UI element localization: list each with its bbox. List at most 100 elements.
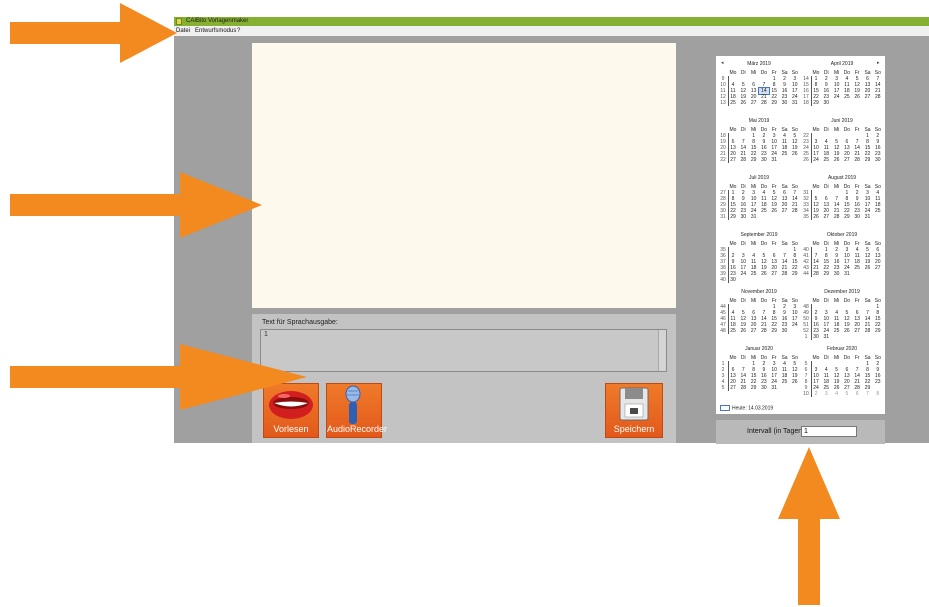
audio-recorder-button[interactable]: AudioRecorder [326,383,387,438]
calendar-day[interactable]: 28 [759,328,769,334]
calendar-day[interactable]: 28 [811,271,821,277]
calendar-day[interactable]: 8 [873,391,883,397]
calendar-day[interactable]: 31 [790,100,800,106]
calendar-day[interactable]: 24 [832,94,842,100]
calendar-day[interactable]: 27 [821,214,831,220]
calendar-day[interactable]: 26 [842,328,852,334]
calendar-day[interactable]: 28 [852,157,862,163]
calendar-day[interactable]: 28 [738,157,748,163]
calendar-day[interactable]: 26 [738,100,748,106]
calendar-day[interactable]: 3 [821,391,831,397]
calendar-day[interactable]: 27 [769,271,779,277]
calendar-day[interactable]: 25 [728,328,738,334]
calendar-day[interactable]: 26 [759,271,769,277]
calendar-day[interactable]: 28 [790,208,800,214]
calendar-day[interactable]: 27 [749,328,759,334]
calendar-day[interactable]: 29 [769,100,779,106]
calendar-day[interactable]: 25 [832,328,842,334]
calendar-day[interactable]: 27 [749,100,759,106]
design-canvas[interactable] [252,43,676,308]
calendar-day[interactable]: 24 [811,157,821,163]
calendar-day[interactable]: 31 [769,385,779,391]
calendar-day[interactable]: 27 [863,94,873,100]
calendar-day[interactable]: 30 [780,328,790,334]
calendar-day[interactable]: 28 [759,100,769,106]
calendar-day[interactable]: 25 [749,271,759,277]
calendar-day[interactable]: 29 [728,214,738,220]
calendar-day[interactable]: 31 [842,271,852,277]
calendar-day[interactable]: 30 [852,214,862,220]
calendar-day[interactable]: 4 [832,391,842,397]
calendar-day[interactable]: 25 [821,157,831,163]
calendar-day[interactable]: 26 [811,214,821,220]
calendar-day[interactable]: 26 [738,328,748,334]
calendar-day[interactable]: 29 [842,214,852,220]
calendar-day[interactable]: 26 [852,94,862,100]
calendar-day[interactable]: 31 [821,334,831,340]
calendar-day[interactable]: 27 [852,328,862,334]
calendar-day[interactable]: 30 [811,334,821,340]
calendar-day[interactable]: 30 [780,100,790,106]
calendar-day[interactable]: 28 [873,94,883,100]
calendar-day[interactable]: 31 [769,157,779,163]
tts-textarea[interactable]: 1 [260,329,667,372]
calendar-day[interactable]: 25 [728,100,738,106]
calendar-day[interactable]: 25 [780,379,790,385]
tts-scrollbar[interactable] [658,330,666,371]
calendar-day[interactable]: 26 [863,265,873,271]
calendar-day[interactable]: 27 [873,265,883,271]
calendar-day[interactable]: 31 [863,214,873,220]
calendar-day[interactable]: 26 [832,157,842,163]
calendar-day[interactable]: 29 [811,100,821,106]
calendar-day[interactable]: 2 [811,391,821,397]
calendar-day[interactable]: 30 [738,214,748,220]
calendar-day[interactable]: 29 [769,328,779,334]
calendar-day[interactable]: 25 [759,208,769,214]
calendar-day[interactable]: 28 [780,271,790,277]
calendar-day[interactable]: 29 [749,385,759,391]
menu-help[interactable]: ? [237,26,240,36]
calendar-day[interactable]: 29 [790,271,800,277]
today-indicator[interactable]: Heute: 14.03.2019 [720,405,773,411]
calendar-day[interactable]: 26 [790,151,800,157]
calendar-day[interactable]: 25 [873,208,883,214]
calendar-day[interactable]: 7 [863,391,873,397]
calendar-day[interactable]: 25 [842,94,852,100]
calendar-day[interactable]: 30 [759,157,769,163]
calendar-day[interactable]: 6 [852,391,862,397]
menu-entwurfsmodus[interactable]: Entwurfsmodus [195,26,236,36]
calendar-day[interactable]: 30 [821,100,831,106]
calendar-day[interactable]: 23 [873,379,883,385]
calendar-day[interactable]: 30 [759,385,769,391]
calendar-panel[interactable]: ◂ ▸ März 2019 Mo Di Mi Do Fr Sa So 9 1 2 3 10 4 5 6 7 8 9 1… [716,56,885,414]
calendar-day[interactable]: 28 [863,328,873,334]
calendar-day[interactable]: 27 [728,157,738,163]
weekday-header: Mo [812,127,820,133]
calendar-day[interactable]: 25 [852,265,862,271]
calendar-day[interactable]: 29 [749,157,759,163]
calendar-day[interactable]: 26 [769,208,779,214]
calendar-day[interactable]: 28 [738,385,748,391]
weekday-header: Mo [812,241,820,247]
calendar-day[interactable]: 30 [873,157,883,163]
calendar-day[interactable]: 26 [790,379,800,385]
calendar-day[interactable]: 29 [821,271,831,277]
weekday-header: Sa [864,298,871,304]
calendar-day[interactable]: 5 [842,391,852,397]
calendar-day[interactable]: 27 [728,385,738,391]
calendar-day[interactable]: 27 [780,208,790,214]
calendar-day[interactable]: 25 [780,151,790,157]
calendar-day[interactable]: 24 [790,322,800,328]
weekday-header: Di [740,355,746,361]
calendar-day[interactable]: 29 [863,157,873,163]
calendar-day[interactable]: 27 [842,157,852,163]
interval-input[interactable]: 1 [801,426,857,437]
calendar-day[interactable]: 30 [832,271,842,277]
speichern-button[interactable]: Speichern [605,383,663,438]
calendar-day[interactable]: 30 [728,277,738,283]
calendar-day[interactable]: 28 [832,214,842,220]
calendar-day[interactable]: 24 [738,271,748,277]
calendar-day[interactable]: 31 [749,214,759,220]
week-divider [811,247,812,277]
calendar-day[interactable]: 29 [873,328,883,334]
